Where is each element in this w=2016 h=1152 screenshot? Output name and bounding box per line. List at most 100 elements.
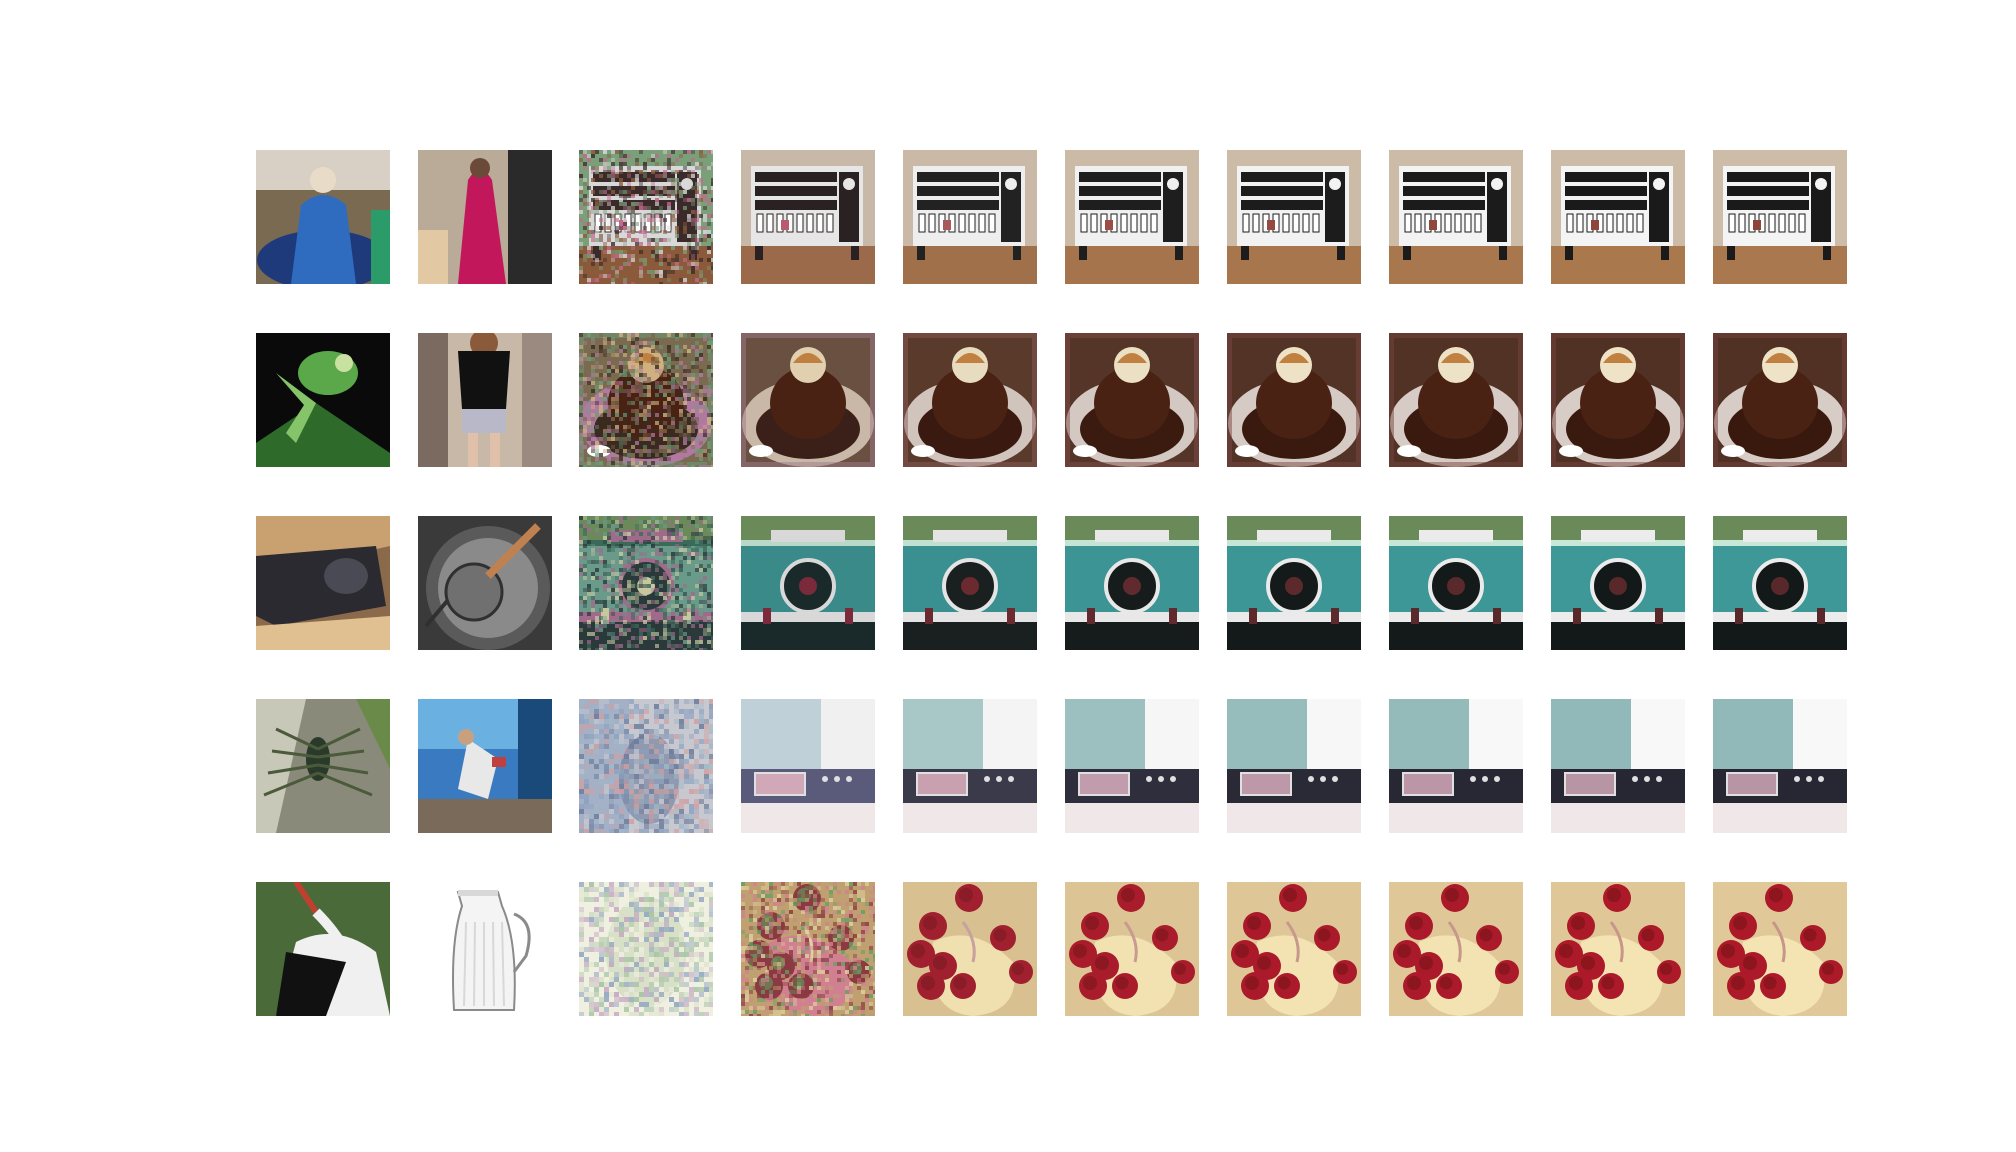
tile-image-spider-on-wood xyxy=(256,699,390,833)
tile-image-strawberries xyxy=(1713,882,1847,1016)
image-tile-r1-c9 xyxy=(1551,150,1685,284)
image-tile-r2-c2 xyxy=(418,333,552,467)
tile-image-blurry-person xyxy=(579,699,713,833)
tile-image-pale-noisy xyxy=(579,882,713,1016)
tile-image-cake xyxy=(903,333,1037,467)
tile-image-strawberries xyxy=(903,882,1037,1016)
tile-image-glass-pitcher xyxy=(418,882,552,1016)
image-tile-r4-c9 xyxy=(1551,699,1685,833)
tile-image-oven xyxy=(1713,699,1847,833)
tile-image-green-mantis xyxy=(256,333,390,467)
image-tile-r3-c9 xyxy=(1551,516,1685,650)
image-tile-r3-c5 xyxy=(903,516,1037,650)
image-tile-r5-c7 xyxy=(1227,882,1361,1016)
image-tile-r4-c4 xyxy=(741,699,875,833)
tile-image-cabinet xyxy=(903,150,1037,284)
image-tile-r2-c4 xyxy=(741,333,875,467)
tile-image-oven xyxy=(1389,699,1523,833)
tile-image-cabinet xyxy=(1713,150,1847,284)
image-tile-r2-c8 xyxy=(1389,333,1523,467)
tile-image-strawberries-noisy xyxy=(741,882,875,1016)
image-tile-r1-c4 xyxy=(741,150,875,284)
tile-image-oven xyxy=(903,699,1037,833)
tile-image-cabinet xyxy=(1065,150,1199,284)
image-tile-r5-c3 xyxy=(579,882,713,1016)
tile-image-car xyxy=(1551,516,1685,650)
tile-image-figure-in-red-costume xyxy=(418,150,552,284)
image-tile-r3-c2 xyxy=(418,516,552,650)
image-tile-r4-c3 xyxy=(579,699,713,833)
tile-image-strawberries xyxy=(1065,882,1199,1016)
tile-image-person-in-blue-robe xyxy=(256,150,390,284)
tile-image-strawberries xyxy=(1227,882,1361,1016)
tile-image-car xyxy=(1389,516,1523,650)
tile-image-cake-noisy xyxy=(579,333,713,467)
image-tile-r5-c4 xyxy=(741,882,875,1016)
tile-image-car xyxy=(741,516,875,650)
image-tile-r4-c10 xyxy=(1713,699,1847,833)
image-tile-r1-c2 xyxy=(418,150,552,284)
image-tile-r4-c6 xyxy=(1065,699,1199,833)
tile-image-cabinet xyxy=(741,150,875,284)
image-grid-figure xyxy=(0,0,2016,1152)
image-tile-r2-c6 xyxy=(1065,333,1199,467)
image-tile-r5-c2 xyxy=(418,882,552,1016)
image-tile-r2-c10 xyxy=(1713,333,1847,467)
image-tile-r1-c8 xyxy=(1389,150,1523,284)
image-tile-r5-c9 xyxy=(1551,882,1685,1016)
tile-image-car xyxy=(1713,516,1847,650)
image-tile-r2-c7 xyxy=(1227,333,1361,467)
image-tile-r1-c3 xyxy=(579,150,713,284)
image-tile-r1-c5 xyxy=(903,150,1037,284)
tile-image-cake xyxy=(1551,333,1685,467)
image-tile-r3-c3 xyxy=(579,516,713,650)
tile-image-strawberries xyxy=(1551,882,1685,1016)
tile-image-cake xyxy=(1389,333,1523,467)
image-tile-r4-c8 xyxy=(1389,699,1523,833)
tile-image-car xyxy=(1065,516,1199,650)
tile-image-oven xyxy=(1551,699,1685,833)
image-tile-r3-c10 xyxy=(1713,516,1847,650)
tile-image-oven xyxy=(1227,699,1361,833)
image-tile-r1-c1 xyxy=(256,150,390,284)
image-tile-r5-c6 xyxy=(1065,882,1199,1016)
image-tile-r1-c10 xyxy=(1713,150,1847,284)
image-tile-r3-c4 xyxy=(741,516,875,650)
image-tile-r3-c7 xyxy=(1227,516,1361,650)
tile-image-girl-black-shirt xyxy=(418,333,552,467)
tile-image-pot-with-strainer xyxy=(418,516,552,650)
image-tile-r2-c9 xyxy=(1551,333,1685,467)
tile-image-oven xyxy=(1065,699,1199,833)
image-tile-r4-c5 xyxy=(903,699,1037,833)
tile-image-cabinet xyxy=(1227,150,1361,284)
image-tile-r3-c8 xyxy=(1389,516,1523,650)
image-tile-r4-c2 xyxy=(418,699,552,833)
tile-image-stork xyxy=(256,882,390,1016)
tile-image-two-people-playing xyxy=(418,699,552,833)
tile-image-cabinet xyxy=(1551,150,1685,284)
image-tile-r1-c6 xyxy=(1065,150,1199,284)
image-tile-r2-c1 xyxy=(256,333,390,467)
image-tile-r5-c8 xyxy=(1389,882,1523,1016)
image-tile-r5-c5 xyxy=(903,882,1037,1016)
image-tile-r1-c7 xyxy=(1227,150,1361,284)
tile-image-cake xyxy=(1227,333,1361,467)
tile-image-cake xyxy=(1065,333,1199,467)
tile-image-oven xyxy=(741,699,875,833)
tile-image-strawberries xyxy=(1389,882,1523,1016)
image-tile-r2-c3 xyxy=(579,333,713,467)
tile-image-cake xyxy=(1713,333,1847,467)
image-tile-r4-c1 xyxy=(256,699,390,833)
tile-image-black-cat xyxy=(256,516,390,650)
tile-image-cabinet-noisy xyxy=(579,150,713,284)
tile-image-car xyxy=(903,516,1037,650)
image-tile-r5-c1 xyxy=(256,882,390,1016)
image-tile-r4-c7 xyxy=(1227,699,1361,833)
tile-image-car xyxy=(1227,516,1361,650)
tile-image-car-noisy xyxy=(579,516,713,650)
image-tile-r3-c1 xyxy=(256,516,390,650)
image-tile-r5-c10 xyxy=(1713,882,1847,1016)
image-tile-r3-c6 xyxy=(1065,516,1199,650)
tile-image-cake xyxy=(741,333,875,467)
tile-image-cabinet xyxy=(1389,150,1523,284)
